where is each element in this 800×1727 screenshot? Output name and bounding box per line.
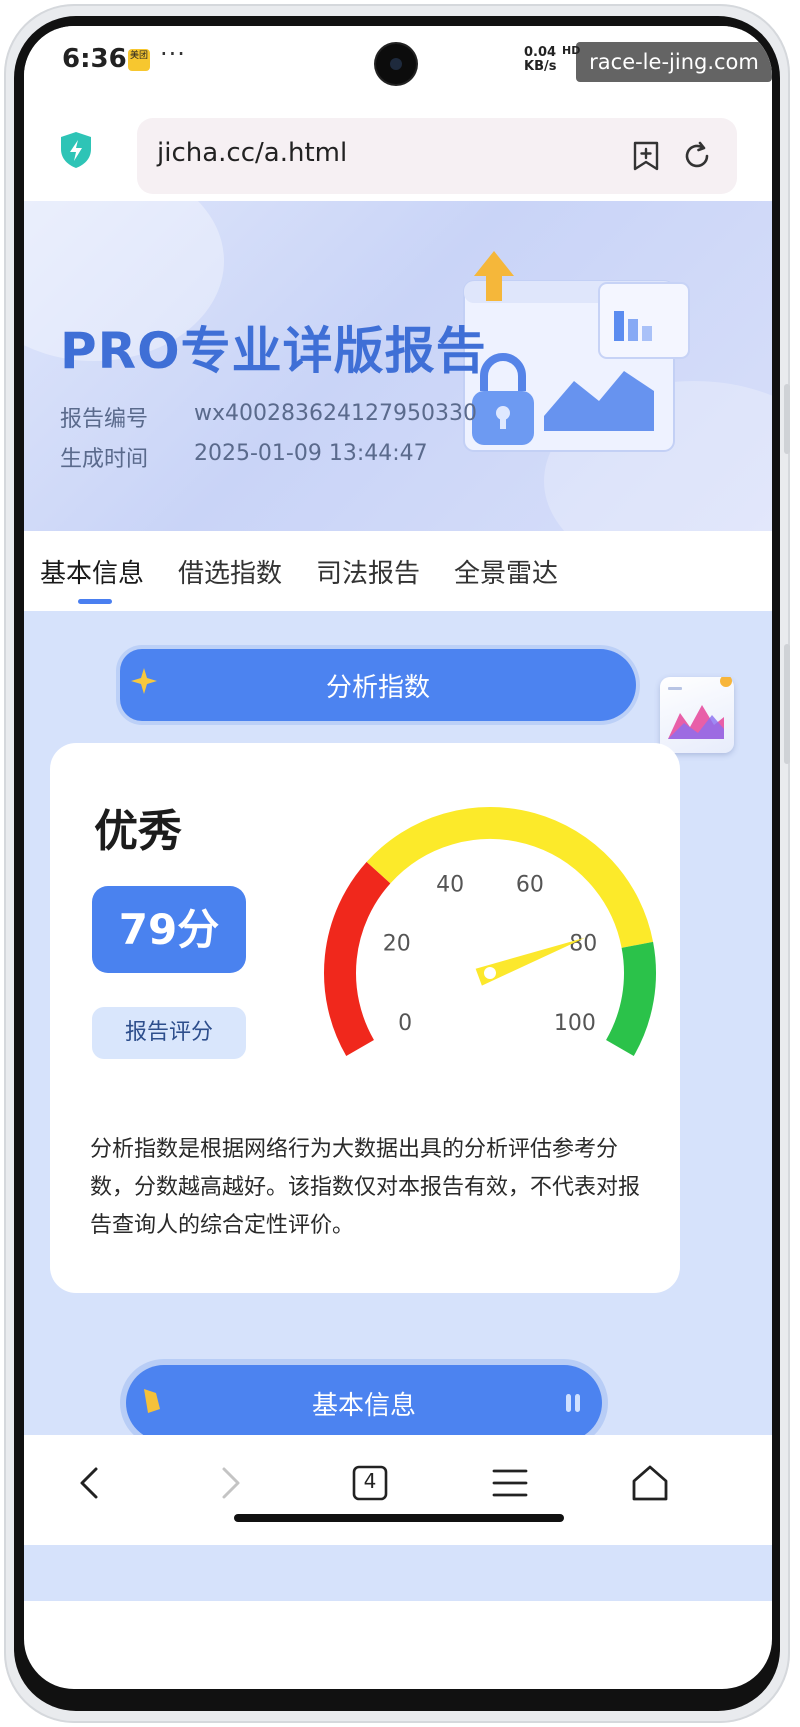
pause-bars-icon [566, 1394, 580, 1412]
score-caption: 报告评分 [92, 1007, 246, 1059]
forward-icon[interactable] [200, 1453, 260, 1513]
browser-address-row: jicha.cc/a.html [24, 96, 772, 201]
tab-borrow-index[interactable]: 借选指数 [178, 553, 282, 590]
reload-icon[interactable] [681, 140, 713, 172]
score-gauge: 0 20 40 60 80 100 [324, 807, 656, 1056]
tab-count: 4 [363, 1469, 377, 1493]
gauge-hub [484, 967, 496, 979]
gauge-tick-label: 0 [398, 1011, 412, 1036]
generated-time-label: 生成时间 [60, 447, 149, 472]
chart-card-icon [660, 675, 734, 753]
tab-panorama-radar[interactable]: 全景雷达 [454, 553, 558, 590]
score-card: 优秀 79分 报告评分 0 20 40 60 80 100 分析指数是根据网络行为大数据出… [50, 743, 680, 1293]
network-speed-value: 0.04 [524, 45, 557, 60]
tab-basic-info[interactable]: 基本信息 [40, 553, 144, 590]
home-indicator[interactable] [234, 1514, 564, 1522]
meituan-app-icon: 美团 [128, 49, 150, 71]
shield-icon[interactable] [58, 130, 94, 170]
side-button [784, 384, 790, 454]
network-speed-unit: KB/s [524, 59, 557, 74]
gauge-band [366, 807, 654, 949]
gauge-tick-label: 40 [436, 872, 464, 897]
network-speed: 0.04 KB/s [524, 46, 556, 74]
home-icon[interactable] [620, 1453, 680, 1513]
report-tabs: 基本信息 借选指数 司法报告 全景雷达 [24, 531, 772, 611]
report-number-value: wx400283624127950330 [194, 401, 477, 426]
gauge-tick-label: 80 [569, 932, 597, 957]
gauge-band [324, 861, 391, 1056]
next-section-title: 基本信息 [311, 1391, 416, 1421]
section-title: 分析指数 [325, 673, 430, 703]
bookmark-add-icon[interactable] [631, 140, 661, 172]
browser-bottom-nav: 4 [24, 1435, 772, 1545]
url-field[interactable]: jicha.cc/a.html [137, 118, 737, 194]
gauge-band [605, 941, 656, 1056]
more-notifications-icon: ··· [160, 40, 186, 68]
section-header-basic-info: 基本信息 [126, 1365, 602, 1441]
score-description: 分析指数是根据网络行为大数据出具的分析评估参考分数，分数越高越好。该指数仅对本报… [90, 1137, 641, 1238]
status-time: 6:36 [62, 44, 127, 74]
menu-icon[interactable] [480, 1453, 540, 1513]
gauge-tick-label: 100 [554, 1011, 596, 1036]
tabs-icon[interactable]: 4 [340, 1453, 400, 1513]
tab-judicial-report[interactable]: 司法报告 [316, 553, 420, 590]
gauge-tick-label: 20 [383, 932, 411, 957]
generated-time-value: 2025-01-09 13:44:47 [194, 441, 428, 466]
report-number-label: 报告编号 [60, 407, 149, 432]
screen: 6:36 美团 ··· 0.04 KB/s HD race-le-jing.co… [24, 26, 772, 1689]
gauge-tick-label: 60 [516, 872, 544, 897]
report-banner: PRO专业详版报告 报告编号 wx400283624127950330 生成时间… [24, 201, 772, 531]
back-icon[interactable] [60, 1453, 120, 1513]
score-value: 79分 [92, 886, 246, 973]
active-tab-indicator [78, 599, 112, 604]
side-button [784, 644, 790, 764]
url-text: jicha.cc/a.html [157, 138, 348, 168]
front-camera [376, 44, 416, 84]
watermark: race-le-jing.com [576, 42, 772, 82]
section-header-analysis-index: 分析指数 [120, 649, 734, 753]
status-bar: 6:36 美团 ··· 0.04 KB/s HD race-le-jing.co… [24, 26, 772, 96]
rating-level: 优秀 [94, 806, 182, 857]
banner-title: PRO专业详版报告 [60, 322, 487, 380]
